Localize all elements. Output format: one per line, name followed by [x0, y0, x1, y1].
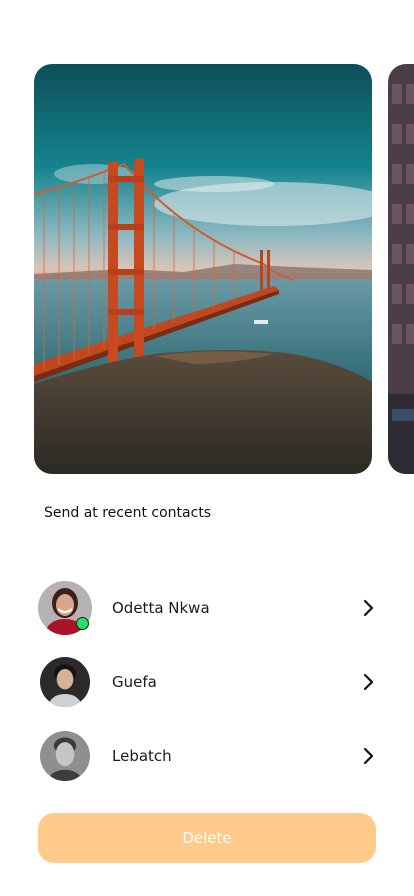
contact-name: Guefa [112, 673, 157, 691]
chevron-right-icon[interactable] [362, 747, 376, 765]
image-carousel[interactable] [0, 64, 414, 474]
online-status-indicator [76, 617, 89, 630]
chevron-right-icon[interactable] [362, 599, 376, 617]
contact-avatar-odetta-nkwa [38, 581, 92, 635]
contact-row-lebatch[interactable]: Lebatch [38, 729, 378, 783]
contact-row-odetta-nkwa[interactable]: Odetta Nkwa [38, 581, 378, 635]
golden-gate-bridge-photo[interactable] [34, 64, 372, 474]
recent-contacts-title: Send at recent contacts [44, 505, 212, 521]
building-photo[interactable] [388, 64, 414, 474]
contact-avatar-lebatch [38, 729, 92, 783]
delete-button[interactable]: Delete [38, 813, 376, 863]
contact-row-guefa[interactable]: Guefa [38, 655, 378, 709]
contact-name: Lebatch [112, 747, 172, 765]
contact-name: Odetta Nkwa [112, 599, 210, 617]
chevron-right-icon[interactable] [362, 673, 376, 691]
contact-avatar-guefa [38, 655, 92, 709]
